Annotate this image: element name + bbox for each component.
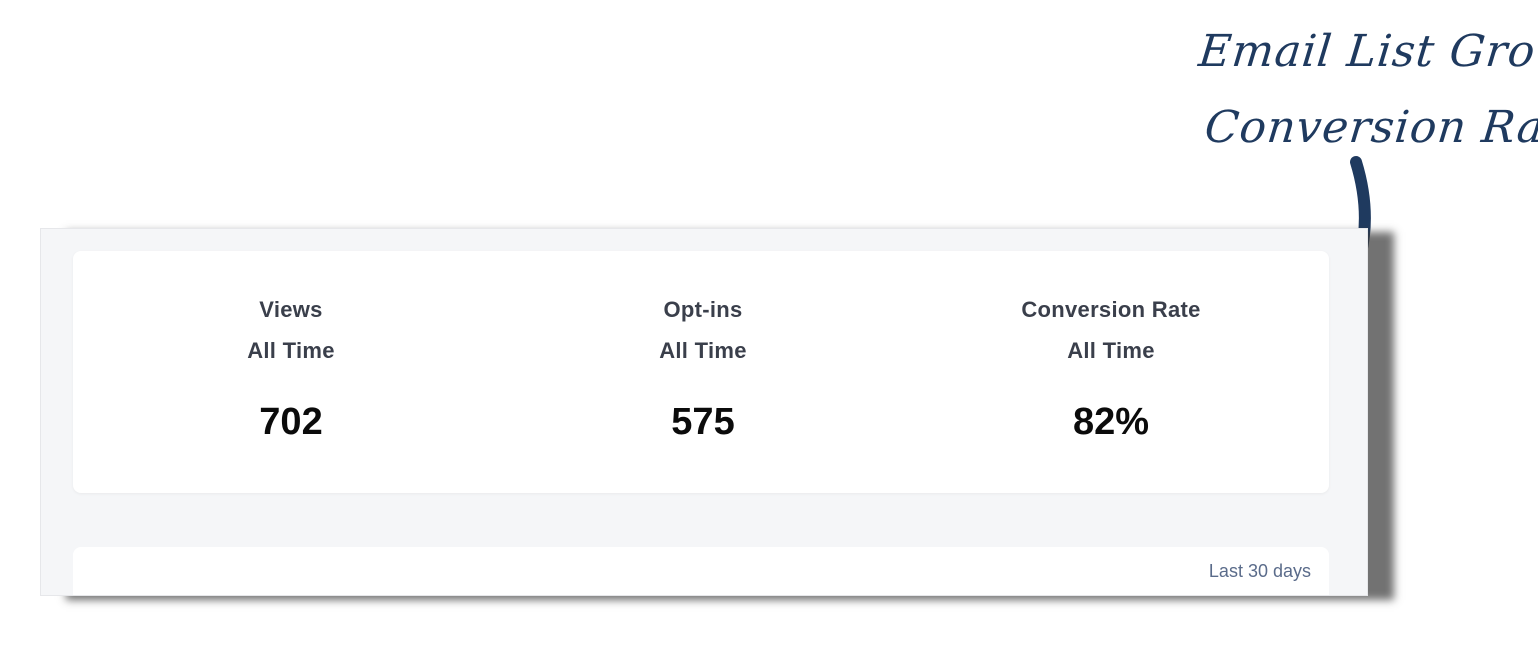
stat-period: All Time xyxy=(659,338,747,363)
stat-value: 575 xyxy=(671,401,735,443)
annotation-note: Email List Growth Conversion Rate! xyxy=(1187,14,1538,166)
chart-card: Last 30 days xyxy=(73,547,1329,595)
stat-value: 702 xyxy=(259,401,323,443)
stat-label: Views xyxy=(259,297,323,322)
stat-period: All Time xyxy=(1067,338,1155,363)
annotation-line-2: Conversion Rate! xyxy=(1202,102,1538,153)
stats-summary-card: Views All Time 702 Opt-ins All Time 575 … xyxy=(73,251,1329,493)
dashboard-screenshot: Views All Time 702 Opt-ins All Time 575 … xyxy=(40,228,1368,596)
stat-period: All Time xyxy=(247,338,335,363)
stat-value: 82% xyxy=(1072,401,1150,443)
annotation-line-1: Email List Growth xyxy=(1196,26,1538,77)
stat-label: Opt-ins xyxy=(663,297,743,322)
stat-label: Conversion Rate xyxy=(1021,297,1201,322)
date-range-selector[interactable]: Last 30 days xyxy=(1209,561,1311,582)
